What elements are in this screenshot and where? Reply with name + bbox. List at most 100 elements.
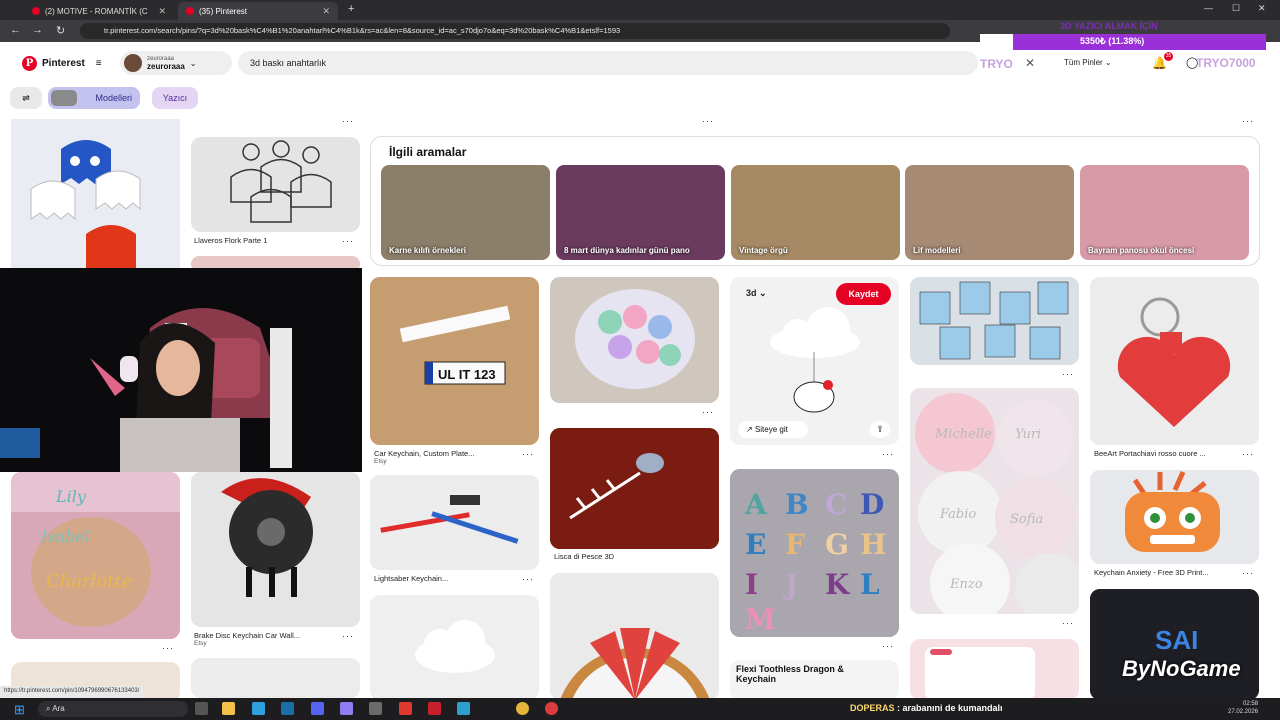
store-icon[interactable] — [252, 702, 265, 715]
svg-text:G: G — [825, 528, 849, 561]
more-options-icon[interactable]: ··· — [1062, 369, 1074, 379]
more-options-icon[interactable]: ··· — [1242, 116, 1254, 126]
more-options-icon[interactable]: ··· — [342, 236, 354, 246]
url-field[interactable]: tr.pinterest.com/search/pins/?q=3d%20bas… — [80, 23, 950, 39]
task-view-icon[interactable] — [195, 702, 208, 715]
pin-caption[interactable]: Llaveros Flork Parte 1 — [194, 236, 267, 245]
taskbar-search[interactable]: ⌕ Ara — [38, 701, 188, 717]
menu-icon[interactable]: ≡ — [96, 58, 102, 69]
pin-ghost-keychains[interactable] — [11, 119, 180, 268]
forward-icon[interactable]: → — [32, 24, 43, 36]
discord-icon[interactable] — [311, 702, 324, 715]
heart-puzzle-image — [1090, 277, 1259, 445]
more-options-icon[interactable]: ··· — [882, 641, 894, 651]
pin-lightsaber-keychain[interactable] — [370, 475, 539, 570]
filter-settings-button[interactable]: ⇌ — [10, 87, 42, 109]
more-options-icon[interactable]: ··· — [702, 407, 714, 417]
pin-orange-keychain[interactable] — [550, 573, 719, 700]
system-clock[interactable]: 02:58 27.02.2026 — [1228, 700, 1258, 716]
related-item[interactable]: 8 mart dünya kadınlar günü pano — [556, 165, 725, 260]
related-item[interactable]: Karne kılıfı örnekleri — [381, 165, 550, 260]
svg-text:Enzo: Enzo — [949, 577, 983, 592]
file-explorer-icon[interactable] — [222, 702, 235, 715]
pin-caption[interactable]: BeeArt Portachiavi rosso cuore ... — [1094, 449, 1206, 458]
pin-partial[interactable] — [191, 658, 360, 698]
pin-caption[interactable]: Brake Disc Keychain Car Wall... — [194, 631, 300, 640]
filter-chip-modelleri[interactable]: Modelleri — [48, 87, 140, 109]
new-tab-button[interactable]: + — [348, 3, 354, 15]
steam-icon[interactable] — [281, 702, 294, 715]
pin-anxiety-keychain[interactable] — [1090, 470, 1259, 564]
svg-text:Lily: Lily — [55, 487, 87, 506]
related-item[interactable]: Bayram panosu okul öncesi — [1080, 165, 1249, 260]
pin-sai-keychain[interactable]: SAI — [1090, 589, 1259, 700]
svg-text:D: D — [860, 488, 884, 521]
tab-motive[interactable]: (2) MOTIVE - ROMANTİK (C ✕ — [24, 2, 174, 20]
more-options-icon[interactable]: ··· — [1242, 568, 1254, 578]
more-options-icon[interactable]: ··· — [1062, 618, 1074, 628]
minimize-icon[interactable]: — — [1204, 3, 1213, 13]
clear-search-icon[interactable]: ✕ — [1025, 56, 1035, 70]
pin-brake-keychain[interactable] — [191, 472, 360, 627]
svg-text:Fabio: Fabio — [939, 507, 976, 522]
pin-heart-keychain[interactable] — [1090, 277, 1259, 445]
pin-car-plate-keychain[interactable]: UL IT 123 — [370, 277, 539, 445]
filter-chip-yazici[interactable]: Yazıcı — [152, 87, 198, 109]
more-options-icon[interactable]: ··· — [522, 574, 534, 584]
pin-smiley-keychains[interactable] — [550, 277, 719, 403]
pin-flork-keychains[interactable] — [191, 137, 360, 232]
more-options-icon[interactable]: ··· — [342, 116, 354, 126]
all-pins-dropdown[interactable]: Tüm Pinler ⌄ — [1064, 58, 1112, 67]
more-options-icon[interactable]: ··· — [522, 449, 534, 459]
obs-icon[interactable] — [545, 702, 558, 715]
related-item[interactable]: Vintage örgü — [731, 165, 900, 260]
reload-icon[interactable]: ↻ — [56, 24, 65, 37]
pin-name-keychain[interactable]: Lily Isabel Charlotte — [11, 472, 180, 639]
share-icon[interactable]: ⇪ — [870, 421, 890, 438]
close-window-icon[interactable]: ✕ — [1258, 3, 1266, 14]
name-tags-image: Michelle Yuri Fabio Sofia Enzo — [910, 388, 1079, 614]
app-blue-icon[interactable] — [457, 702, 470, 715]
streamer-webcam-image — [0, 268, 362, 472]
save-button[interactable]: Kaydet — [836, 283, 891, 305]
pin-alphabet-keychains[interactable]: AB CD EF GH IJ KL M — [730, 469, 899, 637]
more-options-icon[interactable]: ··· — [882, 449, 894, 459]
more-options-icon[interactable]: ··· — [342, 631, 354, 641]
smiley-keychain-image — [550, 277, 719, 403]
pin-jersey-keychains[interactable] — [910, 277, 1079, 365]
board-selector[interactable]: 3d ⌄ — [746, 288, 767, 299]
tab-pinterest[interactable]: (35) Pinterest ✕ — [178, 2, 338, 20]
search-input[interactable]: 3d baskı anahtarlık — [238, 51, 978, 75]
svg-text:L: L — [860, 568, 880, 601]
maximize-icon[interactable]: ☐ — [1232, 3, 1240, 14]
visit-site-button[interactable]: ↗ Siteye git — [738, 421, 808, 438]
more-options-icon[interactable]: ··· — [162, 643, 174, 653]
calculator-icon[interactable] — [369, 702, 382, 715]
pinterest-logo[interactable]: P Pinterest ≡ — [22, 56, 102, 71]
related-item[interactable]: Lif modelleri — [905, 165, 1074, 260]
app-icon[interactable] — [340, 702, 353, 715]
windows-start-icon[interactable]: ⊞ — [14, 702, 25, 718]
pin-caption[interactable]: Lisca di Pesce 3D — [554, 552, 614, 561]
close-icon[interactable]: ✕ — [322, 6, 330, 17]
close-icon[interactable]: ✕ — [158, 6, 166, 17]
netflix-icon[interactable] — [428, 702, 441, 715]
pin-caption[interactable]: Car Keychain, Custom Plate... — [374, 449, 474, 458]
svg-text:Yuri: Yuri — [1015, 427, 1041, 442]
chrome-icon[interactable] — [516, 702, 529, 715]
pin-caption[interactable]: Keychain Anxiety - Free 3D Print... — [1094, 568, 1209, 577]
chip-label: Modelleri — [95, 93, 132, 103]
related-item-label: Bayram panosu okul öncesi — [1088, 246, 1195, 255]
pin-fish-keychain[interactable] — [550, 428, 719, 549]
pin-cloud-hook[interactable] — [370, 595, 539, 700]
all-pins-label: Tüm Pinler — [1064, 58, 1103, 67]
back-icon[interactable]: ← — [10, 24, 21, 36]
pin-nfc-keychain[interactable] — [910, 639, 1079, 700]
app-red-icon[interactable] — [399, 702, 412, 715]
pin-caption[interactable]: Lightsaber Keychain... — [374, 574, 448, 583]
account-switcher[interactable]: zeuroraaa zeuroraaa ⌄ — [120, 51, 232, 75]
more-options-icon[interactable]: ··· — [702, 116, 714, 126]
more-options-icon[interactable]: ··· — [1242, 449, 1254, 459]
pin-dragon[interactable]: Flexi Toothless Dragon & Keychain — [730, 660, 899, 700]
pin-name-tags[interactable]: Michelle Yuri Fabio Sofia Enzo — [910, 388, 1079, 614]
